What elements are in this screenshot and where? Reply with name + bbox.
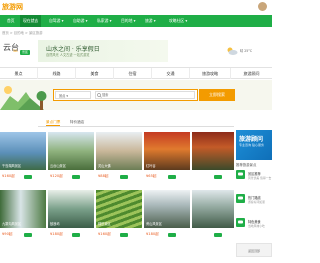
list-item[interactable]: 热门路线 游客好评如潮 [236, 194, 272, 216]
category-tabs: 景点 线路 美食 住宿 交通 旅游攻略 旅游顾问 [0, 67, 272, 79]
breadcrumb: 首页 > 目的地 > 景区旅游 [2, 31, 43, 35]
star-rating-label: 5A [13, 49, 18, 53]
tab-routes[interactable]: 线路 [38, 68, 76, 79]
book-button[interactable] [168, 233, 176, 237]
book-button[interactable] [120, 233, 128, 237]
book-button[interactable] [214, 175, 222, 179]
chat-bubble-icon [236, 194, 245, 203]
subtab-hotels[interactable]: 特价酒店 [70, 118, 84, 126]
status-badge: 景区 [20, 50, 30, 55]
advisor-banner-subtitle: 专业咨询 贴心服务 [239, 143, 264, 147]
nav-item-community[interactable]: 攻略社区 ▾ [166, 15, 190, 27]
site-logo[interactable]: 旅游网 [2, 2, 23, 12]
search-button[interactable]: 立即搜索 [199, 89, 235, 101]
list-item[interactable]: 鼓浪屿 [48, 190, 94, 228]
recommend-title: 推荐旅游景点 [236, 163, 257, 167]
price-label: ¥65起 [146, 174, 157, 178]
price-label: ¥180起 [146, 232, 159, 236]
list-item[interactable]: 千岛湖风景区 [0, 132, 46, 170]
list-item[interactable]: 云台山景区 [48, 132, 94, 170]
tab-advisor[interactable]: 旅游顾问 [231, 68, 272, 79]
list-item[interactable]: 梯田景区 [96, 190, 142, 228]
list-item[interactable]: 九寨沟风景区 [0, 190, 46, 228]
tab-food[interactable]: 美食 [76, 68, 114, 79]
nav-item-destination[interactable]: 目的地 ▾ [118, 15, 139, 27]
price-label: ¥160起 [2, 174, 15, 178]
list-item[interactable]: 灵山大佛 [96, 132, 142, 170]
nav-item-home[interactable]: 首页 [4, 15, 18, 27]
scenic-photo [192, 132, 234, 170]
search-input[interactable] [95, 91, 195, 99]
price-label: ¥88起 [98, 174, 109, 178]
landscape-illustration-icon [0, 86, 47, 110]
main-nav: 首页 现在就去 自驾游 ▾ 自助游 ▾ 私家游 ▾ 目的地 ▾ 旅游 ▾ 攻略社… [0, 15, 272, 27]
tab-lodging[interactable]: 住宿 [114, 68, 152, 79]
list-item[interactable]: 特色美食 当地风味小吃 [236, 218, 272, 240]
nav-item-self-guided[interactable]: 自助游 ▾ [70, 15, 91, 27]
list-item[interactable] [192, 190, 234, 228]
book-button[interactable] [72, 175, 80, 179]
listing-subtabs: 景点门票 特价酒店 [38, 118, 234, 127]
chat-bubble-icon [236, 218, 245, 227]
price-label: ¥90起 [2, 232, 13, 236]
tab-transport[interactable]: 交通 [152, 68, 190, 79]
nav-item-private[interactable]: 私家游 ▾ [94, 15, 115, 27]
top-header [0, 0, 272, 12]
book-button[interactable] [72, 233, 80, 237]
scenic-photo [192, 190, 234, 228]
tab-guides[interactable]: 旅游攻略 [190, 68, 231, 79]
search-icon [97, 92, 102, 98]
user-avatar[interactable] [258, 2, 267, 11]
list-item[interactable]: 景区推荐 风景优美 值得一去 [236, 170, 272, 192]
nav-item-travel[interactable]: 旅游 ▾ [142, 15, 159, 27]
weather-cloud-icon [227, 47, 238, 55]
list-item[interactable]: 黄山风景区 [144, 190, 190, 228]
book-button[interactable] [24, 233, 32, 237]
search-category-select[interactable]: 景点 ▾ [55, 91, 91, 99]
chat-bubble-icon [236, 170, 245, 179]
ad-subtitle: 自然风光 人文古迹 一站式游览 [46, 53, 90, 57]
price-label: ¥120起 [50, 174, 63, 178]
list-item[interactable] [192, 132, 234, 170]
nav-item-self-drive[interactable]: 自驾游 ▾ [46, 15, 67, 27]
book-button[interactable] [120, 175, 128, 179]
weather-text: 晴 25°C [240, 49, 253, 53]
list-item[interactable]: 红叶谷 [144, 132, 190, 170]
advisor-banner-title: 旅游顾问 [239, 136, 264, 143]
price-label: ¥160起 [98, 232, 111, 236]
subtab-tickets[interactable]: 景点门票 [46, 118, 61, 126]
book-button[interactable] [168, 175, 176, 179]
book-button[interactable] [24, 175, 32, 179]
price-label: ¥180起 [50, 232, 63, 236]
book-button[interactable] [214, 233, 222, 237]
tab-spots[interactable]: 景点 [0, 68, 38, 79]
back-to-top-button[interactable]: 返回顶部 [236, 243, 272, 257]
nav-item-go-now[interactable]: 现在就去 [20, 15, 42, 27]
